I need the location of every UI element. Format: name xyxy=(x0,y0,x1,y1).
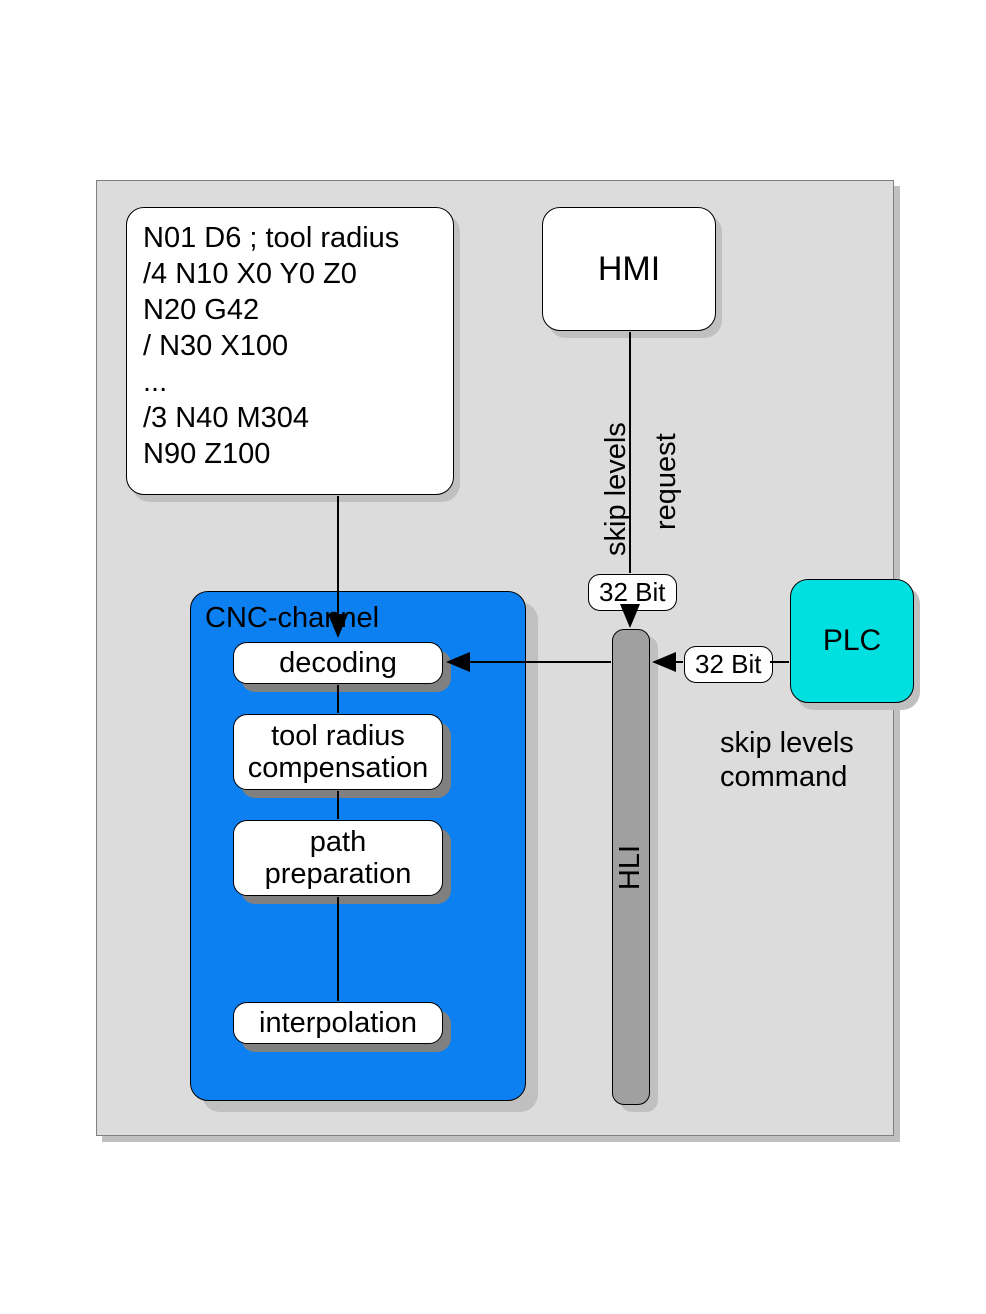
plc-caption-line1: skip levels xyxy=(720,727,854,759)
plc-caption: skip levels command xyxy=(720,726,854,794)
hmi-box: HMI xyxy=(542,207,716,331)
stage-label: path preparation xyxy=(265,826,412,890)
hli-label: HLI xyxy=(615,844,648,889)
plc-caption-line2: command xyxy=(720,761,847,793)
code-line: N01 D6 ; tool radius xyxy=(143,222,399,254)
hli-bar: HLI xyxy=(612,629,650,1105)
stage-label: interpolation xyxy=(259,1007,417,1039)
stage-interpolation: interpolation xyxy=(233,1002,443,1044)
hmi-label: HMI xyxy=(598,250,660,289)
nc-code-box: N01 D6 ; tool radius /4 N10 X0 Y0 Z0 N20… xyxy=(126,207,454,495)
bit-pill-plc: 32 Bit xyxy=(684,646,773,683)
plc-label: PLC xyxy=(823,624,881,658)
code-line: ... xyxy=(143,366,167,398)
code-line: N20 G42 xyxy=(143,294,259,326)
stage-label: decoding xyxy=(279,647,397,679)
vtext-request: request xyxy=(650,433,683,530)
cnc-title: CNC-channel xyxy=(205,602,379,635)
stage-label: tool radius compensation xyxy=(248,720,429,784)
code-line: N90 Z100 xyxy=(143,438,270,470)
stage-decoding: decoding xyxy=(233,642,443,684)
code-line: /4 N10 X0 Y0 Z0 xyxy=(143,258,357,290)
code-line: /3 N40 M304 xyxy=(143,402,309,434)
cnc-channel-box: CNC-channel decoding tool radius compens… xyxy=(190,591,526,1101)
vtext-skip-levels: skip levels xyxy=(600,422,633,556)
plc-box: PLC xyxy=(790,579,914,703)
code-line: / N30 X100 xyxy=(143,330,288,362)
stage-path-prep: path preparation xyxy=(233,820,443,896)
bit-pill-hmi: 32 Bit xyxy=(588,574,677,611)
stage-tool-radius: tool radius compensation xyxy=(233,714,443,790)
